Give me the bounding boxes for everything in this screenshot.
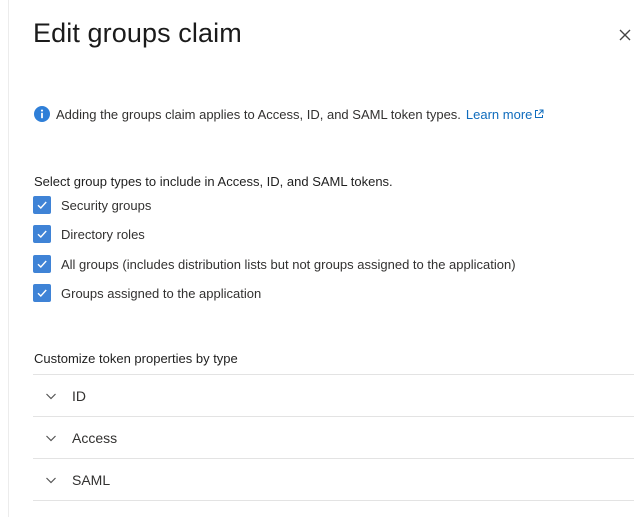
panel-left-border	[8, 0, 9, 517]
info-message: Adding the groups claim applies to Acces…	[34, 104, 544, 124]
checkbox-checked[interactable]	[33, 225, 51, 243]
checkmark-icon	[37, 201, 47, 210]
checkbox-all-groups[interactable]: All groups (includes distribution lists …	[33, 254, 516, 274]
checkbox-security-groups[interactable]: Security groups	[33, 195, 151, 215]
chevron-down-icon	[46, 435, 56, 441]
chevron-down-icon	[46, 393, 56, 399]
accordion-label: ID	[72, 387, 86, 404]
checkbox-checked[interactable]	[33, 284, 51, 302]
external-link-icon	[535, 109, 544, 118]
accordion-id[interactable]: ID	[33, 374, 634, 416]
checkbox-groups-assigned[interactable]: Groups assigned to the application	[33, 283, 261, 303]
customize-heading: Customize token properties by type	[34, 351, 238, 366]
checkbox-label: Groups assigned to the application	[61, 285, 262, 301]
accordion-label: SAML	[72, 471, 111, 488]
checkmark-icon	[37, 230, 47, 239]
close-button[interactable]	[616, 22, 634, 46]
info-icon	[34, 106, 50, 122]
chevron-down-icon	[46, 477, 56, 483]
learn-more-link[interactable]: Learn more	[466, 107, 544, 122]
checkmark-icon	[37, 260, 47, 269]
checkbox-directory-roles[interactable]: Directory roles	[33, 224, 145, 244]
group-types-heading: Select group types to include in Access,…	[34, 174, 393, 189]
checkbox-label: Security groups	[61, 197, 152, 213]
checkbox-label: All groups (includes distribution lists …	[61, 256, 516, 272]
checkmark-icon	[37, 289, 47, 298]
checkbox-checked[interactable]	[33, 255, 51, 273]
accordion-label: Access	[72, 429, 118, 446]
close-icon	[619, 29, 631, 41]
edit-groups-claim-panel: Edit groups claim Adding the groups clai…	[0, 0, 634, 517]
panel-title: Edit groups claim	[33, 18, 242, 48]
checkbox-checked[interactable]	[33, 196, 51, 214]
learn-more-label: Learn more	[465, 106, 533, 122]
accordion-saml[interactable]: SAML	[33, 458, 634, 501]
info-text: Adding the groups claim applies to Acces…	[56, 106, 461, 122]
checkbox-label: Directory roles	[61, 226, 145, 242]
accordion-access[interactable]: Access	[33, 416, 634, 458]
